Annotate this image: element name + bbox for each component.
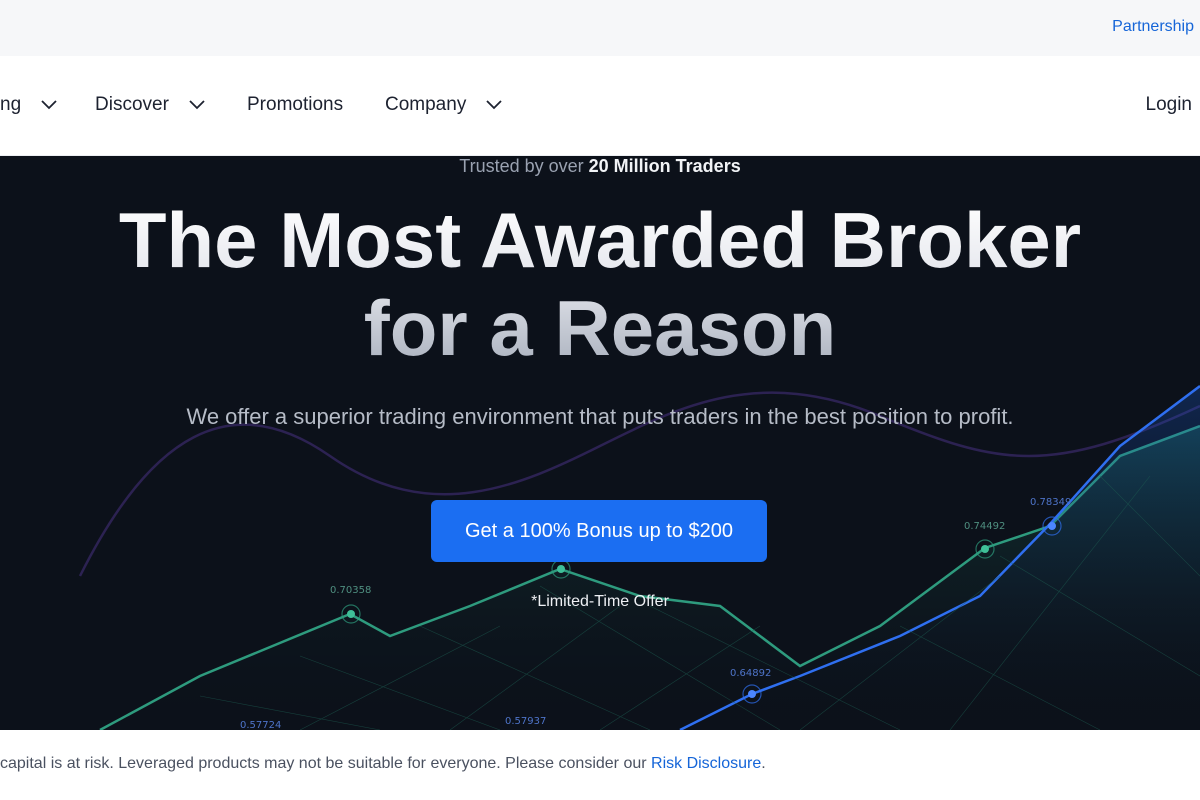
headline-line-1: The Most Awarded Broker — [118, 196, 1082, 284]
top-bar: Partnership — [0, 0, 1200, 56]
hero-headline: The Most Awarded Broker for a Reason — [0, 196, 1200, 372]
hero-section: 0.70358 0.74492 0.78349 0.64892 0.57724 … — [0, 156, 1200, 730]
risk-warning: capital is at risk. Leveraged products m… — [0, 755, 766, 773]
nav-item-label: Company — [385, 94, 467, 115]
main-navbar: ng Discover Promotions Company Login — [0, 56, 1200, 156]
risk-text: capital is at risk. Leveraged products m… — [0, 755, 652, 772]
chart-label: 0.78349 — [1030, 497, 1071, 508]
chevron-down-icon — [486, 100, 502, 110]
nav-item-label: Discover — [95, 94, 169, 115]
limited-offer-note: *Limited-Time Offer — [531, 593, 669, 610]
trusted-by-text: Trusted by over 20 Million Traders — [0, 156, 1200, 177]
headline-line-2: for a Reason — [363, 284, 837, 372]
trusted-count: 20 Million Traders — [588, 156, 741, 176]
nav-item-label: Promotions — [247, 94, 344, 115]
trusted-prefix: Trusted by over — [459, 156, 589, 176]
partnership-link[interactable]: Partnership — [1112, 18, 1194, 36]
nav-item-trading[interactable]: ng — [0, 94, 57, 116]
bonus-cta-button[interactable]: Get a 100% Bonus up to $200 — [431, 500, 767, 562]
chart-label: 0.57937 — [505, 716, 546, 727]
chevron-down-icon — [189, 100, 205, 110]
chart-label: 0.57724 — [240, 720, 281, 730]
nav-item-company[interactable]: Company — [385, 94, 502, 116]
chart-label: 0.64892 — [730, 668, 771, 679]
nav-item-promotions[interactable]: Promotions — [247, 94, 343, 116]
chevron-down-icon — [41, 100, 57, 110]
login-button[interactable]: Login — [1146, 94, 1193, 116]
nav-item-discover[interactable]: Discover — [95, 94, 205, 116]
nav-item-label: ng — [0, 94, 22, 115]
risk-disclosure-link[interactable]: Risk Disclosure — [651, 755, 761, 772]
risk-end: . — [761, 755, 766, 772]
chart-label: 0.74492 — [964, 521, 1005, 532]
hero-subheadline: We offer a superior trading environment … — [186, 404, 1014, 429]
